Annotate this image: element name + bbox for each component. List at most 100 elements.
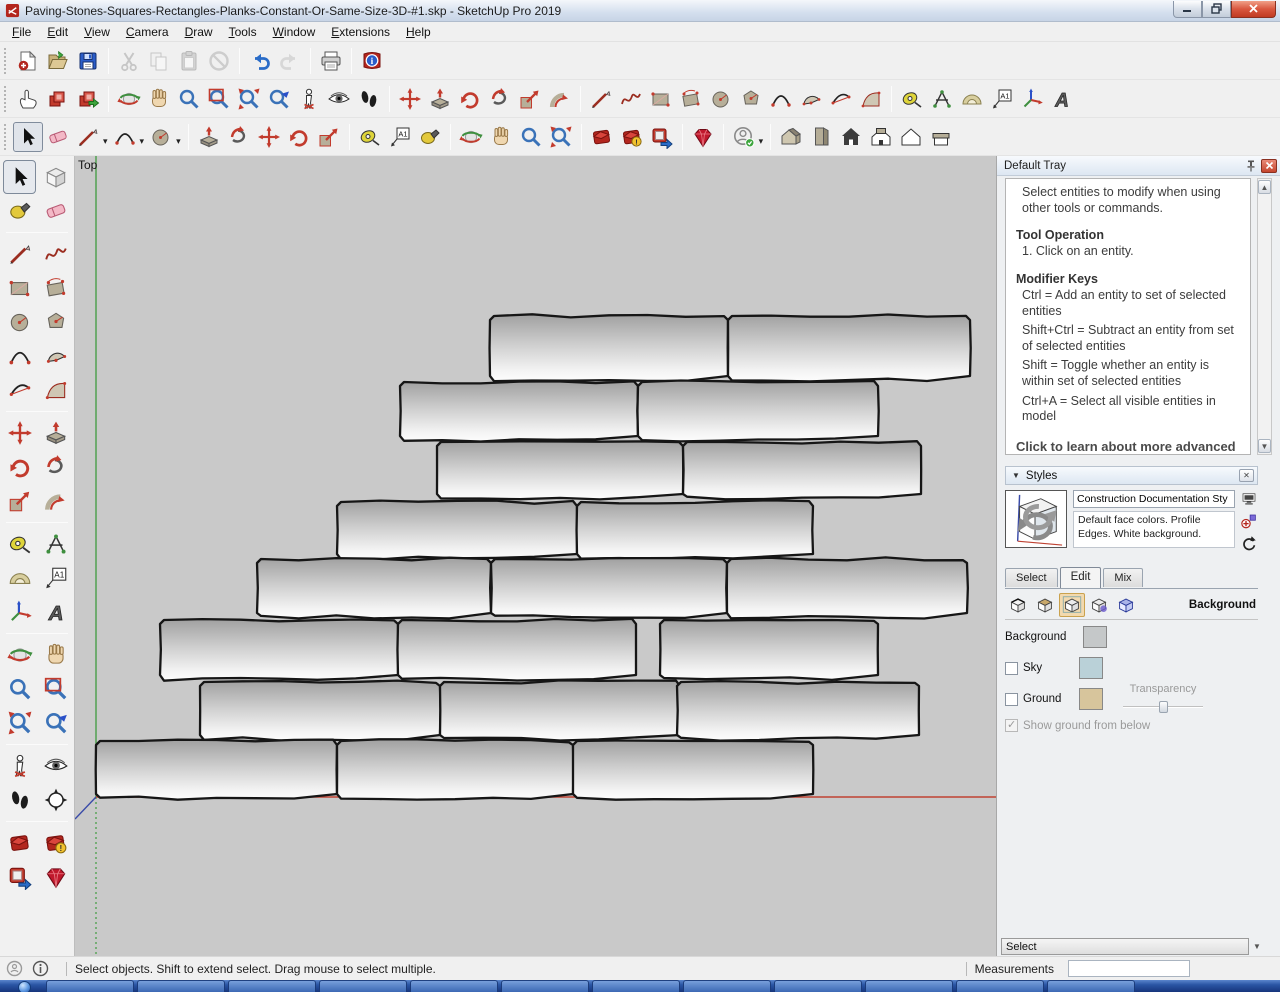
tape-measure-button[interactable] bbox=[897, 84, 927, 114]
view-iso-button[interactable] bbox=[776, 122, 806, 152]
line-tool-button[interactable] bbox=[3, 237, 36, 271]
polygon-tool-button[interactable] bbox=[39, 305, 72, 339]
follow-me-button[interactable] bbox=[224, 122, 254, 152]
axes-tool-button[interactable] bbox=[3, 595, 36, 629]
offset-tool-button[interactable] bbox=[39, 484, 72, 518]
pan-tool-button[interactable] bbox=[39, 638, 72, 672]
look-around-button[interactable] bbox=[324, 84, 354, 114]
geolocation-icon[interactable] bbox=[6, 960, 23, 977]
push-pull-tool-button[interactable] bbox=[39, 416, 72, 450]
plank[interactable] bbox=[438, 679, 682, 742]
erase-button[interactable] bbox=[204, 46, 234, 76]
rotate-button[interactable] bbox=[455, 84, 485, 114]
offset-button[interactable] bbox=[545, 84, 575, 114]
protractor-tool-button[interactable] bbox=[3, 561, 36, 595]
update-style-button[interactable] bbox=[1240, 534, 1258, 552]
view-right-button[interactable] bbox=[866, 122, 896, 152]
undo-button[interactable] bbox=[245, 46, 275, 76]
instructor-scrollbar[interactable]: ▲ ▼ bbox=[1257, 178, 1272, 455]
taskbar-button[interactable] bbox=[683, 980, 771, 992]
edge-settings-button[interactable] bbox=[1005, 593, 1031, 617]
style-thumbnail[interactable] bbox=[1005, 490, 1067, 548]
account-dropdown-icon[interactable]: ▾ bbox=[759, 136, 764, 146]
move-tool-button[interactable] bbox=[3, 416, 36, 450]
dimension-button[interactable] bbox=[927, 84, 957, 114]
axes-button[interactable] bbox=[1017, 84, 1047, 114]
plank[interactable] bbox=[335, 738, 575, 801]
tape-measure-tool-button[interactable] bbox=[3, 527, 36, 561]
minimize-button[interactable] bbox=[1173, 0, 1202, 18]
extension-manager-button[interactable] bbox=[688, 122, 718, 152]
view-top-button[interactable] bbox=[806, 122, 836, 152]
walk-tool-button[interactable] bbox=[3, 783, 36, 817]
styles-tab-mix[interactable]: Mix bbox=[1103, 568, 1143, 587]
zoom-previous-button[interactable] bbox=[264, 84, 294, 114]
menu-help[interactable]: Help bbox=[398, 23, 439, 41]
create-new-style-button[interactable] bbox=[1240, 512, 1258, 530]
scale-button[interactable] bbox=[314, 122, 344, 152]
plank[interactable] bbox=[726, 313, 972, 383]
watermark-settings-button[interactable] bbox=[1086, 593, 1112, 617]
pin-icon[interactable] bbox=[1243, 159, 1258, 173]
look-around-tool-button[interactable] bbox=[39, 749, 72, 783]
zoom-tool-button[interactable] bbox=[3, 672, 36, 706]
styles-close-icon[interactable]: ✕ bbox=[1239, 469, 1254, 482]
freehand-tool-button[interactable] bbox=[39, 237, 72, 271]
3d-warehouse-tool-button[interactable] bbox=[3, 826, 36, 860]
sky-checkbox[interactable] bbox=[1005, 661, 1018, 675]
3d-text-tool-button[interactable]: A bbox=[39, 595, 72, 629]
plank[interactable] bbox=[571, 739, 815, 801]
account-button[interactable] bbox=[729, 122, 759, 152]
select-collapsed-panel[interactable]: Select bbox=[1001, 938, 1249, 955]
arc-tool-button[interactable] bbox=[3, 339, 36, 373]
two-point-arc-tool-button[interactable] bbox=[3, 373, 36, 407]
plank[interactable] bbox=[675, 679, 921, 742]
3d-warehouse-button[interactable] bbox=[587, 122, 617, 152]
plank[interactable] bbox=[398, 380, 640, 443]
plank[interactable] bbox=[335, 499, 579, 561]
taskbar-button[interactable] bbox=[774, 980, 862, 992]
plank[interactable] bbox=[725, 556, 969, 620]
view-front-button[interactable] bbox=[836, 122, 866, 152]
instructor-advanced-link[interactable]: Click to learn about more advanced opera… bbox=[1016, 439, 1244, 454]
styles-panel-header[interactable]: ▼ Styles ✕ bbox=[1005, 466, 1258, 485]
save-file-button[interactable] bbox=[73, 46, 103, 76]
two-point-arc-button[interactable] bbox=[826, 84, 856, 114]
orbit-button[interactable] bbox=[456, 122, 486, 152]
three-point-arc-button[interactable] bbox=[856, 84, 886, 114]
zoom-extents-button[interactable] bbox=[234, 84, 264, 114]
restore-button[interactable] bbox=[1202, 0, 1231, 18]
display-secondary-pane-button[interactable] bbox=[1240, 490, 1258, 508]
text-button[interactable]: A1 bbox=[987, 84, 1017, 114]
push-pull-button[interactable] bbox=[194, 122, 224, 152]
background-settings-button[interactable] bbox=[1059, 593, 1085, 617]
plank[interactable] bbox=[198, 679, 442, 742]
background-color-swatch[interactable] bbox=[1083, 626, 1107, 648]
component-stack-button[interactable] bbox=[43, 84, 73, 114]
line-button[interactable] bbox=[586, 84, 616, 114]
arc-button[interactable] bbox=[766, 84, 796, 114]
taskbar-button[interactable] bbox=[592, 980, 680, 992]
menu-draw[interactable]: Draw bbox=[177, 23, 221, 41]
plank[interactable] bbox=[94, 738, 339, 801]
model-canvas[interactable] bbox=[75, 156, 996, 956]
panel-expand-icon[interactable]: ▼ bbox=[1253, 942, 1261, 951]
menu-view[interactable]: View bbox=[76, 23, 118, 41]
view-back-button[interactable] bbox=[896, 122, 926, 152]
modeling-settings-button[interactable] bbox=[1113, 593, 1139, 617]
protractor-button[interactable] bbox=[957, 84, 987, 114]
rotate-tool-button[interactable] bbox=[3, 450, 36, 484]
rotated-rectangle-button[interactable] bbox=[676, 84, 706, 114]
arcs-dropdown-icon[interactable]: ▾ bbox=[140, 136, 145, 146]
text-button[interactable]: A1 bbox=[385, 122, 415, 152]
scale-tool-button[interactable] bbox=[3, 484, 36, 518]
open-file-button[interactable] bbox=[43, 46, 73, 76]
pan-button[interactable] bbox=[144, 84, 174, 114]
shapes-button[interactable] bbox=[146, 122, 176, 152]
tape-measure-button[interactable] bbox=[355, 122, 385, 152]
plank[interactable] bbox=[681, 440, 923, 501]
new-file-button[interactable] bbox=[13, 46, 43, 76]
model-info-button[interactable]: i bbox=[357, 46, 387, 76]
select-tool-button[interactable] bbox=[3, 160, 36, 194]
position-camera-tool-button[interactable] bbox=[3, 749, 36, 783]
